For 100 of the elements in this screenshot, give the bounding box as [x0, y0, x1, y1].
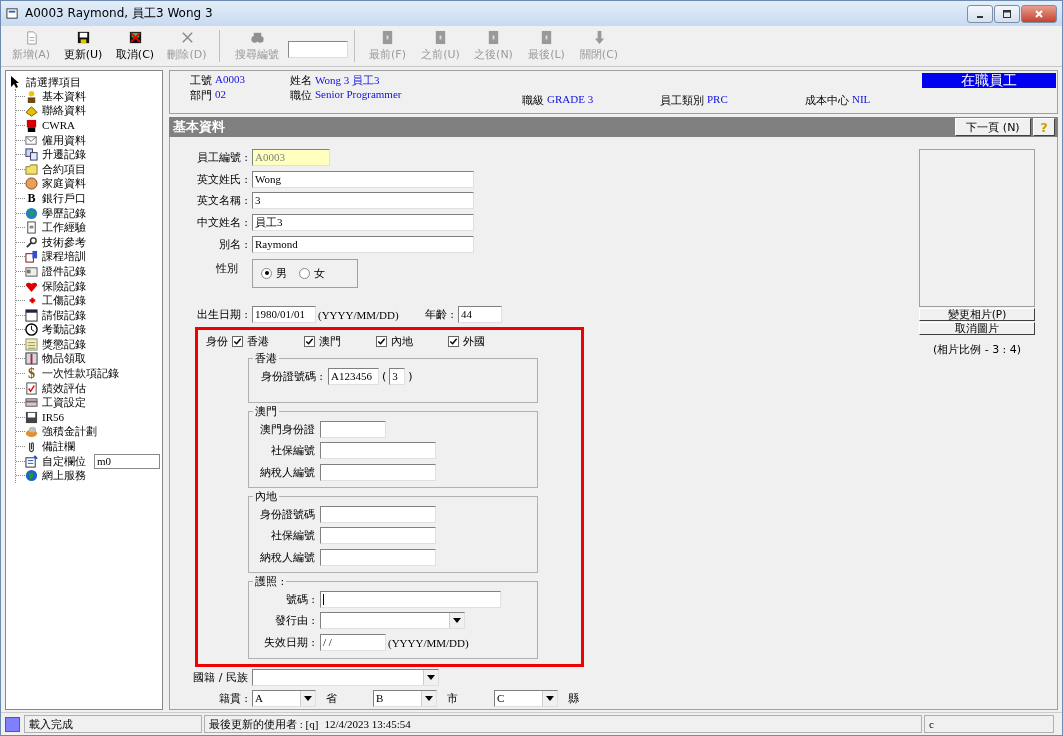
- field-label: 員工類別: [660, 92, 704, 108]
- field-value: NIL: [852, 92, 871, 107]
- text-field[interactable]: Wong: [252, 170, 474, 188]
- pointer-icon: [10, 75, 20, 89]
- tree-item[interactable]: 證件記錄: [42, 263, 86, 279]
- tree-item[interactable]: 學歷記錄: [42, 205, 86, 221]
- field-label: 身份: [205, 334, 228, 350]
- text-field[interactable]: 3: [389, 367, 406, 385]
- tree-item[interactable]: 技術參考: [42, 234, 86, 250]
- tree-item[interactable]: 一次性款項記錄: [42, 366, 119, 382]
- date-field[interactable]: / /: [320, 634, 386, 652]
- tree-item[interactable]: 銀行戶口: [42, 190, 86, 206]
- checkmark-icon: [233, 337, 242, 347]
- dropdown[interactable]: [252, 669, 439, 687]
- window-title: A0003 Raymond, 員工3 Wong 3: [25, 5, 213, 22]
- text-field[interactable]: 3: [252, 192, 474, 210]
- checkbox[interactable]: 內地: [376, 334, 448, 350]
- dropdown[interactable]: B: [373, 689, 437, 707]
- text-field[interactable]: A123456: [328, 367, 379, 385]
- checkbox[interactable]: 香港: [232, 334, 304, 350]
- documents-icon: [25, 148, 38, 162]
- tree-item[interactable]: 請假記錄: [42, 307, 86, 323]
- text-field[interactable]: Raymond: [252, 235, 474, 253]
- caret-icon: [453, 618, 461, 624]
- tree-item[interactable]: 物品領取: [42, 351, 86, 367]
- tree-item[interactable]: 考勤記錄: [42, 322, 86, 338]
- tree-item[interactable]: 網上服務: [42, 468, 86, 484]
- text-field[interactable]: [320, 527, 436, 545]
- field-label: 成本中心: [805, 92, 849, 108]
- card-icon: [25, 396, 38, 410]
- save-button[interactable]: 更新(U): [57, 27, 109, 65]
- input-field[interactable]: m0: [94, 453, 160, 469]
- status-icon: [5, 716, 20, 732]
- tree-item[interactable]: 績效評估: [42, 380, 86, 396]
- minimize-button[interactable]: [967, 4, 993, 23]
- field-label: 社保編號: [270, 443, 316, 459]
- date-field[interactable]: 1980/01/01: [252, 306, 316, 324]
- text-field[interactable]: 44: [457, 306, 502, 324]
- field-label: 職級: [522, 92, 544, 108]
- field-label: 失效日期 :: [262, 635, 316, 651]
- radio-option[interactable]: 女: [299, 265, 325, 281]
- tree-item[interactable]: CWRA: [42, 119, 75, 132]
- tree-item[interactable]: 工傷記錄: [42, 293, 86, 309]
- tree-item[interactable]: 聯絡資料: [42, 103, 86, 119]
- photo-button[interactable]: 取消圖片: [919, 322, 1035, 335]
- field-label: 發行由 :: [273, 613, 316, 629]
- text-field[interactable]: A0003: [252, 149, 330, 167]
- tree-item[interactable]: 強積金計劃: [42, 424, 97, 440]
- field-value: A0003: [215, 72, 245, 87]
- floppy-cancel-icon: [127, 30, 143, 45]
- text-field[interactable]: [320, 442, 436, 460]
- tree-item[interactable]: 課程培訓: [42, 249, 86, 265]
- tree-item[interactable]: 家庭資料: [42, 176, 86, 192]
- tree-item[interactable]: 工作經驗: [42, 220, 86, 236]
- tree-item[interactable]: 基本資料: [42, 88, 86, 104]
- tree-item[interactable]: 工資設定: [42, 395, 86, 411]
- photo-button[interactable]: 變更相片(P): [919, 308, 1035, 321]
- coins-icon: [25, 425, 38, 439]
- next-page-button[interactable]: 下一頁 (N): [955, 118, 1031, 136]
- tree-item[interactable]: 合約項目: [42, 161, 86, 177]
- close-button[interactable]: [1021, 4, 1057, 23]
- text-field[interactable]: [320, 420, 386, 438]
- checkmark-icon: [449, 337, 458, 347]
- cancel-button[interactable]: 取消(C): [109, 27, 161, 65]
- tree-item[interactable]: 僱用資料: [42, 132, 86, 148]
- dropdown[interactable]: C: [494, 689, 558, 707]
- group-title: 香港: [253, 350, 279, 366]
- field-value: Senior Programmer: [315, 87, 402, 102]
- text-field[interactable]: [320, 549, 436, 567]
- tree-item[interactable]: 獎懲記錄: [42, 336, 86, 352]
- radio-option[interactable]: 男: [261, 265, 287, 281]
- field-label: 出生日期 :: [195, 307, 249, 323]
- photo-caption: (相片比例 - 3 : 4): [931, 342, 1023, 357]
- calendar-icon: [25, 308, 38, 322]
- field-label: 中文姓名 :: [195, 215, 249, 231]
- page-icon: [486, 30, 501, 45]
- tree-item[interactable]: 自定欄位: [42, 453, 86, 469]
- search-field[interactable]: [288, 40, 348, 58]
- dropdown[interactable]: A: [252, 689, 316, 707]
- field-label: 納稅人編號: [259, 465, 316, 481]
- tree-item[interactable]: IR56: [42, 411, 64, 424]
- note-icon: [25, 337, 38, 351]
- text-field[interactable]: 員工3: [252, 214, 474, 232]
- dropdown[interactable]: [320, 612, 465, 630]
- key-icon: [25, 235, 38, 249]
- maximize-button[interactable]: [994, 4, 1020, 23]
- tree-item[interactable]: 備註欄: [42, 439, 75, 455]
- checkmark-icon: [377, 337, 386, 347]
- tree-item[interactable]: 升遷記錄: [42, 147, 86, 163]
- tree-item[interactable]: 保險記錄: [42, 278, 86, 294]
- text-field[interactable]: [320, 464, 436, 482]
- field-label: 姓名: [290, 72, 312, 88]
- box-icon: [25, 352, 38, 366]
- checkbox[interactable]: 澳門: [304, 334, 376, 350]
- checkbox[interactable]: 外國: [448, 334, 520, 350]
- text-field[interactable]: [320, 590, 501, 608]
- section-title: 基本資料: [173, 118, 226, 136]
- field-label: 英文姓氏 :: [195, 171, 249, 187]
- text-field[interactable]: [320, 505, 436, 523]
- format-hint: (YYYY/MM/DD): [388, 636, 469, 649]
